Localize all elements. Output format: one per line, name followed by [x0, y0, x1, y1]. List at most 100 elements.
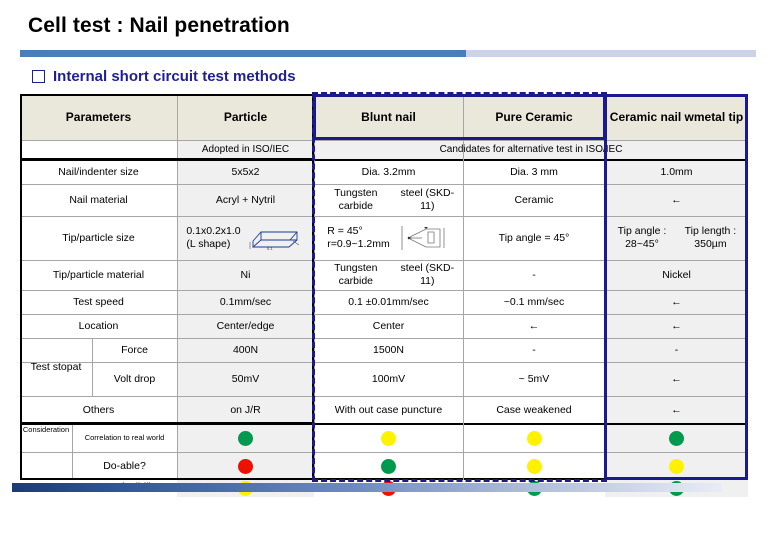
column-header-pure-ceramic: Pure Ceramic	[463, 94, 605, 140]
cell-particle: 50mV	[177, 362, 314, 396]
table-row-divider	[20, 159, 748, 161]
status-dot-yellow	[669, 458, 684, 474]
cell-blunt-nail: R = 45° r=0.9~1.2mm	[314, 216, 463, 260]
cell-particle: 0.1mm/sec	[177, 290, 314, 314]
cell-pure-ceramic: Case weakened	[463, 396, 605, 424]
svg-text:0.1: 0.1	[267, 246, 273, 251]
cell-pure-ceramic: Tip angle = 45°	[463, 216, 605, 260]
cell-particle: 0.1x0.2x1.0 (L shape) 0.1	[177, 216, 314, 260]
row-label-nail-indenter-size: Nail/indenter size	[20, 160, 177, 184]
cell-particle: Ni	[177, 260, 314, 290]
cell-blunt-nail: Tungsten carbide steel (SKD-11)	[314, 260, 463, 290]
consideration-label-correlation-to-real-world: Correlation to real world	[72, 424, 177, 452]
row-label-location: Location	[20, 314, 177, 338]
cell-particle: Acryl + Nytril	[177, 184, 314, 216]
consideration-cell-ceramic-nail-metal-tip	[605, 452, 748, 480]
cell-pure-ceramic: -	[463, 338, 605, 362]
status-row-blank	[20, 140, 177, 160]
row-label-others: Others	[20, 396, 177, 424]
cell-ceramic-nail-metal-tip: Tip angle : 28~45° Tip length : 350µm	[605, 216, 748, 260]
row-sublabel-force: Force	[92, 338, 177, 362]
status-dot-green	[669, 430, 684, 446]
table-column-divider	[746, 94, 748, 480]
page-title: Cell test : Nail penetration	[28, 14, 290, 37]
row-label-tip-particle-size: Tip/particle size	[20, 216, 177, 260]
consideration-cell-particle	[177, 452, 314, 480]
cell-ceramic-nail-metal-tip: ←	[605, 290, 748, 314]
consideration-group-label: Consider ation	[20, 424, 72, 436]
cell-blunt-nail: Dia. 3.2mm	[314, 160, 463, 184]
cell-pure-ceramic: ←	[463, 314, 605, 338]
consideration-cell-pure-ceramic	[463, 424, 605, 452]
status-dot-yellow	[381, 430, 396, 446]
table-row-divider	[20, 260, 748, 261]
status-dot-yellow	[526, 430, 542, 446]
cell-particle: 5x5x2	[177, 160, 314, 184]
status-dot-red	[238, 458, 253, 474]
row-label-nail-material: Nail material	[20, 184, 177, 216]
table-row-divider	[20, 362, 748, 363]
cell-particle: Center/edge	[177, 314, 314, 338]
cell-blunt-nail: 100mV	[314, 362, 463, 396]
cell-blunt-nail: Tungsten carbide steel (SKD-11)	[314, 184, 463, 216]
title-rule-tail	[466, 50, 756, 57]
cell-ceramic-nail-metal-tip: ←	[605, 396, 748, 424]
title-rule-accent	[20, 50, 466, 57]
column-header-blunt-nail: Blunt nail	[314, 94, 463, 140]
column-header-ceramic-nail-metal-tip: Ceramic nail w metal tip	[605, 94, 748, 140]
table-column-divider	[92, 338, 93, 396]
cell-blunt-nail: 1500N	[314, 338, 463, 362]
cell-ceramic-nail-metal-tip: ←	[605, 314, 748, 338]
cell-blunt-nail: 0.1 ±0.01mm/sec	[314, 290, 463, 314]
table-row-divider	[20, 338, 748, 339]
cell-blunt-nail: Center	[314, 314, 463, 338]
table-row-divider	[20, 290, 748, 291]
table-row-divider	[20, 423, 748, 425]
consideration-cell-particle	[177, 424, 314, 452]
cell-pure-ceramic: -	[463, 260, 605, 290]
table-row-divider	[20, 452, 748, 453]
cell-ceramic-nail-metal-tip: 1.0mm	[605, 160, 748, 184]
cell-ceramic-nail-metal-tip: ←	[605, 184, 748, 216]
row-label-tip-particle-material: Tip/particle material	[20, 260, 177, 290]
table-column-divider	[20, 94, 22, 480]
cell-ceramic-nail-metal-tip: -	[605, 338, 748, 362]
nail-tip-profile-drawing	[401, 226, 445, 250]
row-group-label-test-stop-at: Test stop at	[20, 338, 92, 396]
table-column-divider	[72, 424, 73, 480]
table-row-divider	[20, 314, 748, 315]
row-label-test-speed: Test speed	[20, 290, 177, 314]
table-column-divider	[177, 94, 178, 480]
table-row-divider	[20, 140, 748, 141]
consideration-cell-blunt-nail	[314, 424, 463, 452]
cell-blunt-nail: With out case puncture	[314, 396, 463, 424]
comparison-table: Parameters Particle Blunt nail Pure Ceramic…	[20, 92, 748, 497]
column-header-parameters: Parameters	[20, 94, 177, 140]
table-row-divider	[20, 184, 748, 185]
cell-pure-ceramic: ~ 5mV	[463, 362, 605, 396]
table-row-divider	[20, 396, 748, 397]
table-column-divider	[314, 94, 315, 480]
status-dot-yellow	[526, 458, 542, 474]
table-row-divider	[20, 216, 748, 217]
consideration-cell-blunt-nail	[314, 452, 463, 480]
l-shape-particle-drawing: 0.1	[249, 231, 299, 251]
consideration-cell-pure-ceramic	[463, 452, 605, 480]
section-subtitle: Internal short circuit test methods	[32, 68, 296, 85]
status-candidates-iso: Candidates for alternative test in ISO/I…	[314, 140, 748, 160]
cell-ceramic-nail-metal-tip: ←	[605, 362, 748, 396]
footer-accent-bar	[12, 483, 722, 492]
table-column-divider	[605, 94, 606, 480]
section-subtitle-text: Internal short circuit test methods	[53, 68, 296, 85]
cell-particle: 400N	[177, 338, 314, 362]
cell-pure-ceramic: Dia. 3 mm	[463, 160, 605, 184]
title-rule	[20, 50, 756, 57]
consideration-label-do-able-: Do-able?	[72, 452, 177, 480]
status-dot-green	[381, 458, 396, 474]
status-dot-green	[238, 430, 253, 446]
cell-particle: on J/R	[177, 396, 314, 424]
slide-root: Cell test : Nail penetration Internal sh…	[0, 0, 780, 540]
cell-pure-ceramic: ~0.1 mm/sec	[463, 290, 605, 314]
status-adopted-iso: Adopted in ISO/IEC	[177, 140, 314, 160]
cell-ceramic-nail-metal-tip: Nickel	[605, 260, 748, 290]
